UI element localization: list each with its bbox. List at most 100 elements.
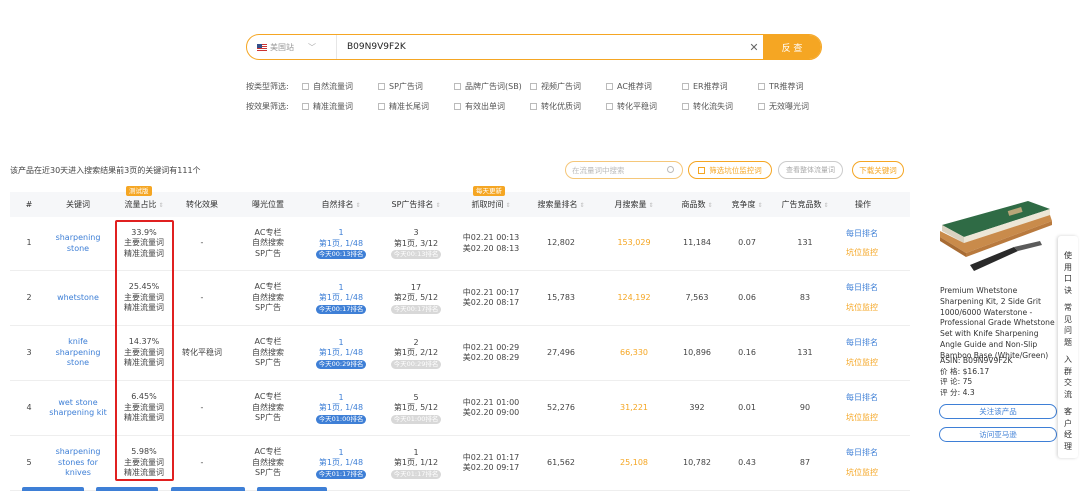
rank-time-pill[interactable]: 今天00:29排名 — [390, 359, 442, 369]
bottom-tab[interactable] — [257, 487, 327, 491]
checkbox[interactable] — [758, 82, 765, 90]
rank-time-pill[interactable]: 今天01:17排名 — [390, 469, 442, 479]
type-filter-option[interactable]: TR推荐词 — [758, 81, 818, 92]
sort-icon[interactable]: ⇕ — [579, 202, 584, 209]
side-link-g1[interactable]: 使用口诀 — [1064, 250, 1073, 296]
clear-icon[interactable]: ✕ — [745, 41, 763, 54]
rank-time-pill[interactable]: 今天00:17排名 — [315, 304, 367, 314]
checkbox[interactable] — [682, 82, 689, 90]
checkbox[interactable] — [302, 82, 309, 90]
filter-panel: 按类型筛选: 自然流量词 SP广告词 品牌广告词(SB) 视频广告词 AC推荐词 ER推荐… — [246, 76, 818, 116]
side-link-g4[interactable]: 客户经理 — [1064, 406, 1073, 452]
checkbox[interactable] — [454, 102, 461, 110]
keyword-link[interactable]: whetstone — [57, 293, 99, 304]
exposure-position: SP广告 — [255, 358, 281, 368]
follow-product-button[interactable]: 关注该产品 — [939, 404, 1057, 419]
column-header[interactable]: 竞争度 ⇕ — [727, 192, 767, 217]
checkbox[interactable] — [302, 102, 309, 110]
monitor-filter-toggle[interactable]: 筛选坑位监控词 — [688, 161, 772, 179]
side-link-g2[interactable]: 常见问题 — [1064, 302, 1073, 348]
monitor-link[interactable]: 坑位监控 — [846, 413, 878, 424]
checkbox[interactable] — [758, 102, 765, 110]
checkbox[interactable] — [530, 82, 537, 90]
keyword-filter-input[interactable]: 在流量词中搜索 — [565, 161, 683, 179]
keyword-link[interactable]: sharpening stones for knives — [48, 447, 108, 479]
rank-time-pill[interactable]: 今天00:17排名 — [390, 304, 442, 314]
ad-competitors: 90 — [799, 402, 811, 412]
monitor-link[interactable]: 坑位监控 — [846, 248, 878, 259]
table-cell: 5 第1页, 5/12 今天01:00排名 — [383, 381, 449, 435]
bottom-tab[interactable] — [22, 487, 84, 491]
daily-rank-link[interactable]: 每日排名 — [846, 448, 878, 459]
checkbox[interactable] — [606, 82, 613, 90]
type-filter-option[interactable]: 视频广告词 — [530, 81, 606, 92]
type-filter-option[interactable]: 自然流量词 — [302, 81, 378, 92]
side-link-g3[interactable]: 入群交流 — [1064, 354, 1073, 400]
sort-icon[interactable]: ⇕ — [435, 202, 440, 209]
rank-time-pill[interactable]: 今天01:17排名 — [315, 469, 367, 479]
sort-icon[interactable]: ⇕ — [707, 202, 712, 209]
table-cell: 1 第1页, 1/48 今天00:13排名 — [306, 217, 376, 270]
daily-rank-link[interactable]: 每日排名 — [846, 229, 878, 240]
sort-icon[interactable]: ⇕ — [505, 202, 510, 209]
rank-time-pill[interactable]: 今天00:13排名 — [390, 250, 442, 259]
checkbox[interactable] — [378, 82, 385, 90]
rank-time-pill[interactable]: 今天00:13排名 — [315, 250, 367, 259]
overall-keywords-button[interactable]: 查看整体流量词 — [778, 161, 843, 179]
sort-icon[interactable]: ⇕ — [648, 202, 653, 209]
sort-icon[interactable]: ⇕ — [823, 202, 828, 209]
download-keywords-button[interactable]: 下载关键词 — [852, 161, 904, 179]
monitor-link[interactable]: 坑位监控 — [846, 358, 878, 369]
monitor-checkbox[interactable] — [698, 166, 706, 174]
effect-filter-option[interactable]: 精准流量词 — [302, 101, 378, 112]
ad-competitors: 83 — [799, 292, 811, 302]
effect-filter-option[interactable]: 有效出单词 — [454, 101, 530, 112]
column-header[interactable]: 搜索量排名 ⇕ — [531, 192, 591, 217]
daily-rank-link[interactable]: 每日排名 — [846, 338, 878, 349]
daily-rank-link[interactable]: 每日排名 — [846, 283, 878, 294]
effect-filter-option[interactable]: 转化流失词 — [682, 101, 758, 112]
checkbox[interactable] — [682, 102, 689, 110]
checkbox[interactable] — [606, 102, 613, 110]
exposure-position: 自然搜索 — [252, 292, 284, 302]
column-header[interactable]: 商品数 ⇕ — [672, 192, 722, 217]
monitor-link[interactable]: 坑位监控 — [846, 303, 878, 314]
effect-filter-option[interactable]: 精准长尾词 — [378, 101, 454, 112]
type-filter-option[interactable]: 品牌广告词(SB) — [454, 81, 530, 92]
rank-time-pill[interactable]: 今天01:00排名 — [390, 414, 442, 424]
checkbox[interactable] — [454, 82, 461, 90]
table-cell: 3 — [19, 326, 39, 380]
type-filter-option[interactable]: AC推荐词 — [606, 81, 682, 92]
rank-time-pill[interactable]: 今天00:29排名 — [315, 359, 367, 369]
floating-help-panel: 使用口诀常见问题入群交流客户经理 — [1058, 236, 1078, 458]
checkbox[interactable] — [378, 102, 385, 110]
effect-filter-option[interactable]: 转化平稳词 — [606, 101, 682, 112]
keyword-link[interactable]: wet stone sharpening kit — [48, 398, 108, 419]
type-filter-option[interactable]: ER推荐词 — [682, 81, 758, 92]
keyword-link[interactable]: sharpening stone — [48, 233, 108, 254]
product-title[interactable]: Premium Whetstone Sharpening Kit, 2 Side… — [940, 286, 1058, 362]
bottom-tab[interactable] — [96, 487, 158, 491]
sort-icon[interactable]: ⇕ — [757, 202, 762, 209]
column-header[interactable]: 自然排名 ⇕ — [306, 192, 376, 217]
keyword-link[interactable]: knife sharpening stone — [48, 337, 108, 369]
bottom-tab[interactable] — [171, 487, 245, 491]
monitor-link[interactable]: 坑位监控 — [846, 468, 878, 479]
rank-time-pill[interactable]: 今天01:00排名 — [315, 414, 367, 424]
sort-icon[interactable]: ⇕ — [158, 202, 163, 209]
daily-rank-link[interactable]: 每日排名 — [846, 393, 878, 404]
column-header[interactable]: 广告竞品数 ⇕ — [775, 192, 835, 217]
sort-icon[interactable]: ⇕ — [355, 202, 360, 209]
site-selector[interactable]: 美国站 ﹀ — [247, 35, 337, 59]
table-cell: 转化平稳词 — [176, 326, 228, 380]
checkbox[interactable] — [530, 102, 537, 110]
type-filter-option[interactable]: SP广告词 — [378, 81, 454, 92]
effect-filter-option[interactable]: 转化优质词 — [530, 101, 606, 112]
column-header[interactable]: SP广告排名 ⇕ — [383, 192, 449, 217]
search-button[interactable]: 反 查 — [763, 35, 821, 59]
column-header[interactable]: 月搜索量 ⇕ — [603, 192, 665, 217]
effect-filter-option[interactable]: 无效曝光词 — [758, 101, 818, 112]
table-cell: 1 第1页, 1/12 今天01:17排名 — [383, 436, 449, 490]
asin-input[interactable]: B09N9V9F2K — [337, 42, 745, 52]
visit-amazon-button[interactable]: 访问亚马逊 — [939, 427, 1057, 442]
